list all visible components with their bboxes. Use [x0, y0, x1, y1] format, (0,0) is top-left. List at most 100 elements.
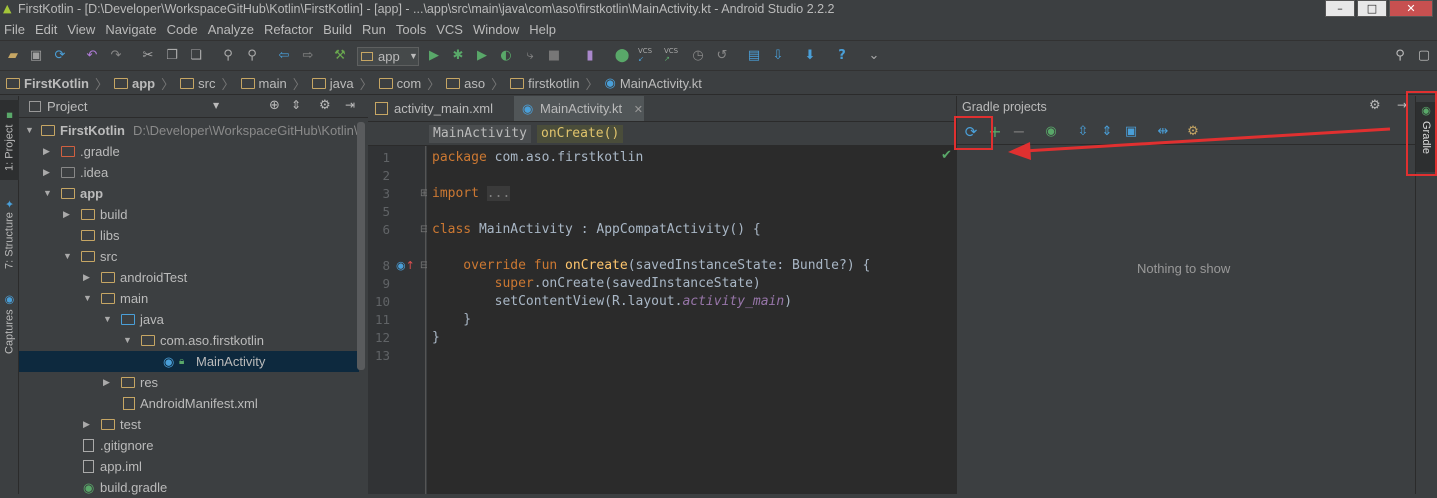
tree-item-package[interactable]: ▼ com.aso.firstkotlin [19, 330, 359, 351]
tree-item-idea[interactable]: ▶ .idea [19, 162, 359, 183]
toolbar-overflow-icon[interactable]: ⌄ [866, 48, 882, 64]
menu-analyze[interactable]: Analyze [204, 22, 260, 37]
project-structure-icon[interactable]: ▤ [746, 48, 762, 64]
stop-icon[interactable]: ■ [546, 48, 562, 64]
tree-item-test[interactable]: ▶ test [19, 414, 359, 435]
breadcrumb-project[interactable]: FirstKotlin 〉 [6, 74, 108, 93]
close-button[interactable]: ✕ [1389, 0, 1433, 17]
tree-item-src[interactable]: ▼ src [19, 246, 359, 267]
menu-code[interactable]: Code [163, 22, 204, 37]
tree-item-app[interactable]: ▼ app [19, 183, 359, 204]
tree-item-build[interactable]: ▶ build [19, 204, 359, 225]
breadcrumb-firstkotlin[interactable]: firstkotlin 〉 [510, 74, 598, 93]
close-icon[interactable]: ✕ [634, 104, 643, 116]
copy-icon[interactable]: ❐ [164, 48, 180, 64]
cut-icon[interactable]: ✂ [140, 48, 156, 64]
paste-icon[interactable]: ❏ [188, 48, 204, 64]
tree-item-main[interactable]: ▼ main [19, 288, 359, 309]
breadcrumb-main[interactable]: main 〉 [240, 74, 306, 93]
menu-tools[interactable]: Tools [392, 22, 432, 37]
menu-navigate[interactable]: Navigate [101, 22, 162, 37]
revert-icon[interactable]: ↺ [714, 48, 730, 64]
menu-file[interactable]: File [0, 22, 31, 37]
menu-edit[interactable]: Edit [31, 22, 63, 37]
coverage-icon[interactable]: ▶ [474, 48, 490, 64]
project-view-select[interactable]: Project [47, 99, 87, 114]
collapsed-arrow-icon: ▶ [103, 377, 110, 387]
gear-icon[interactable]: ⚙ [319, 98, 331, 113]
breadcrumb-java[interactable]: java 〉 [311, 74, 373, 93]
expand-arrow-icon: ▼ [63, 251, 72, 261]
menu-window[interactable]: Window [469, 22, 525, 37]
tree-item-firstkotlin[interactable]: ▼ FirstKotlin D:\Developer\WorkspaceGitH… [19, 120, 365, 141]
code-editor[interactable]: package com.aso.firstkotlin import ... c… [427, 146, 956, 494]
menu-vcs[interactable]: VCS [432, 22, 469, 37]
tab-project[interactable]: 1: Project ■ [0, 100, 19, 180]
folded-imports[interactable]: ... [486, 186, 511, 201]
menu-refactor[interactable]: Refactor [260, 22, 319, 37]
tree-item-mainactivity[interactable]: ◉ 🔒︎ MainActivity [19, 351, 359, 372]
sdk-manager-icon[interactable]: ⬤ [614, 48, 630, 64]
vcs-update-icon[interactable]: VCS ↙ [638, 47, 652, 63]
breadcrumb-file[interactable]: ◉ MainActivity.kt [604, 75, 701, 91]
tree-item-libs[interactable]: libs [19, 225, 359, 246]
breadcrumb-aso[interactable]: aso 〉 [446, 74, 504, 93]
find-icon[interactable]: ⚲ [220, 48, 236, 64]
avd-manager-icon[interactable]: ▮ [582, 48, 598, 64]
redo-icon[interactable]: ↷ [108, 48, 124, 64]
tree-item-manifest[interactable]: AndroidManifest.xml [19, 393, 359, 414]
sync-gradle-icon[interactable]: ⇩ [770, 48, 786, 64]
menu-view[interactable]: View [63, 22, 101, 37]
folder-icon [510, 77, 525, 89]
breadcrumb-app[interactable]: app 〉 [114, 74, 174, 93]
history-icon[interactable]: ◷ [690, 48, 706, 64]
project-view-icon [29, 101, 41, 112]
back-icon[interactable]: ⇦ [276, 48, 292, 64]
locate-icon[interactable]: ⊕ [269, 98, 280, 113]
help-button[interactable]: ? [834, 48, 850, 64]
download-icon[interactable]: ⬇ [802, 48, 818, 64]
make-project-icon[interactable]: ⚒ [332, 48, 348, 64]
tree-item-gradle[interactable]: ▶ .gradle [19, 141, 359, 162]
tree-item-res[interactable]: ▶ res [19, 372, 359, 393]
run-config-select[interactable]: app ▼ [357, 47, 419, 66]
attach-debugger-icon[interactable]: ⤷ [522, 48, 538, 64]
folder-icon [81, 230, 95, 241]
menu-help[interactable]: Help [525, 22, 562, 37]
tree-item-buildgradle[interactable]: ◉ build.gradle [19, 477, 359, 498]
save-icon[interactable]: ▣ [28, 48, 44, 64]
crumb-class[interactable]: MainActivity [429, 125, 531, 143]
breadcrumb-com[interactable]: com 〉 [378, 74, 440, 93]
vcs-commit-icon[interactable]: VCS ↗ [664, 47, 678, 63]
maximize-button[interactable]: □ [1357, 0, 1387, 17]
chevron-down-icon[interactable]: ▼ [213, 101, 219, 110]
open-folder-icon[interactable]: ▰ [5, 48, 21, 64]
minimize-button[interactable]: – [1325, 0, 1355, 17]
sync-icon[interactable]: ⟳ [52, 48, 68, 64]
profile-icon[interactable]: ◐ [498, 48, 514, 64]
hide-icon[interactable]: ⇥ [345, 98, 355, 112]
tab-mainactivity-kt[interactable]: ◉ MainActivity.kt ✕ [514, 96, 644, 121]
tree-item-appiml[interactable]: app.iml [19, 456, 359, 477]
tree-item-gitignore[interactable]: .gitignore [19, 435, 359, 456]
project-scrollbar[interactable] [357, 122, 365, 370]
menu-run[interactable]: Run [358, 22, 392, 37]
breadcrumb-src[interactable]: src 〉 [180, 74, 235, 93]
tab-structure[interactable]: 7: Structure ✦ [0, 196, 19, 270]
tab-activity-main-xml[interactable]: activity_main.xml [368, 96, 513, 121]
debug-icon[interactable]: ✱ [450, 48, 466, 64]
undo-icon[interactable]: ↶ [84, 48, 100, 64]
menu-build[interactable]: Build [319, 22, 358, 37]
search-everywhere-icon[interactable]: ⚲ [1392, 48, 1408, 64]
run-icon[interactable]: ▶ [426, 48, 442, 64]
gear-icon[interactable]: ⚙ [1369, 98, 1381, 113]
tree-item-java[interactable]: ▼ java [19, 309, 359, 330]
tab-captures[interactable]: Captures ◉ [0, 292, 19, 356]
override-marker-icon[interactable]: ◉↑ [396, 259, 415, 272]
crumb-method[interactable]: onCreate() [537, 125, 624, 143]
replace-icon[interactable]: ⚲ [244, 48, 260, 64]
forward-icon[interactable]: ⇨ [300, 48, 316, 64]
tree-item-androidtest[interactable]: ▶ androidTest [19, 267, 359, 288]
collapse-all-icon[interactable]: ⇕ [291, 98, 301, 112]
window-layout-icon[interactable]: ▢ [1416, 48, 1432, 64]
